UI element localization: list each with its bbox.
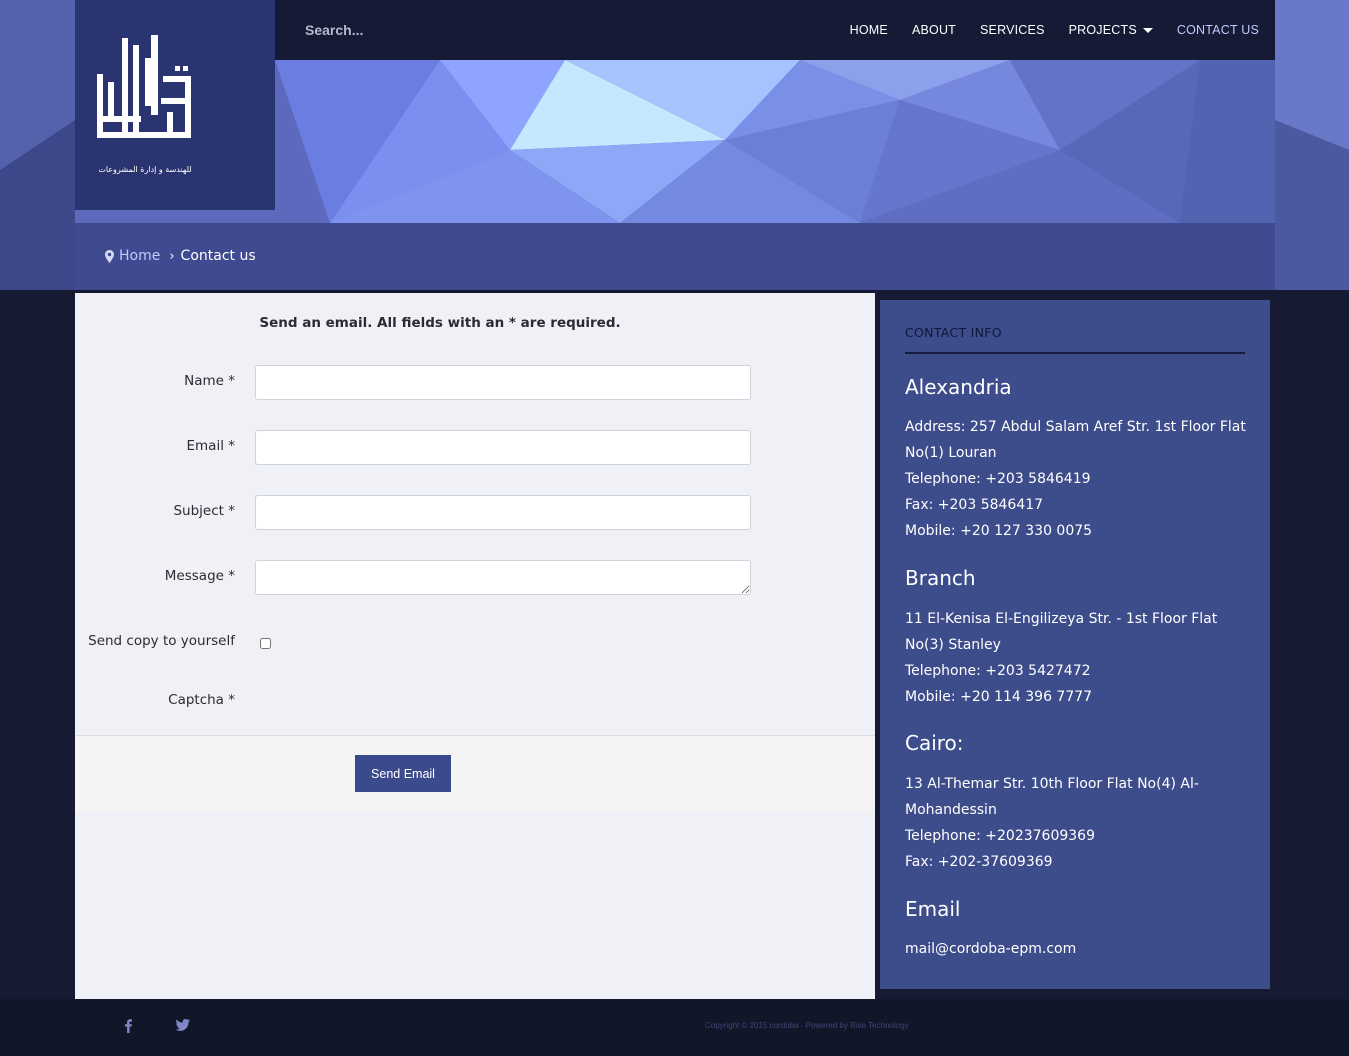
cairo-address: 13 Al-Themar Str. 10th Floor Flat No(4) … bbox=[905, 776, 1199, 818]
breadcrumb: Home › Contact us bbox=[105, 248, 256, 264]
nav-home[interactable]: HOME bbox=[850, 23, 888, 37]
branch-telephone: Telephone: +203 5427472 bbox=[905, 663, 1091, 679]
nav-contact-us[interactable]: CONTACT US bbox=[1177, 23, 1259, 37]
logo-tagline: للهندسة و إدارة المشروعات bbox=[98, 165, 191, 175]
form-row-captcha: Captcha * bbox=[75, 684, 875, 719]
alexandria-fax: Fax: +203 5846417 bbox=[905, 497, 1044, 513]
subject-label: Subject * bbox=[173, 503, 235, 519]
footer: Copyright © 2015 cordoba - Powered by Ri… bbox=[0, 999, 1349, 1056]
form-row-copy: Send copy to yourself bbox=[75, 625, 875, 660]
top-navigation-bar: HOME ABOUT SERVICES PROJECTS CONTACT US bbox=[275, 0, 1275, 60]
message-textarea[interactable] bbox=[255, 560, 751, 595]
nav-about[interactable]: ABOUT bbox=[912, 23, 956, 37]
contact-form-panel: Send an email. All fields with an * are … bbox=[75, 293, 875, 999]
form-row-email: Email * bbox=[75, 430, 875, 465]
contact-info-title: CONTACT INFO bbox=[905, 325, 1002, 340]
cairo-heading: Cairo: bbox=[905, 731, 964, 755]
twitter-icon[interactable] bbox=[176, 1019, 190, 1031]
alexandria-telephone: Telephone: +203 5846419 bbox=[905, 471, 1091, 487]
send-copy-checkbox[interactable] bbox=[260, 638, 271, 649]
nav-projects[interactable]: PROJECTS bbox=[1069, 23, 1153, 37]
message-label: Message * bbox=[164, 568, 235, 584]
form-actions: Send Email bbox=[75, 735, 875, 812]
site-logo[interactable]: للهندسة و إدارة المشروعات bbox=[75, 0, 275, 210]
main-menu: HOME ABOUT SERVICES PROJECTS CONTACT US bbox=[826, 0, 1259, 60]
cairo-telephone: Telephone: +20237609369 bbox=[905, 828, 1095, 844]
name-input[interactable] bbox=[255, 365, 751, 400]
send-email-button[interactable]: Send Email bbox=[355, 755, 451, 792]
chevron-right-icon: › bbox=[169, 248, 175, 264]
form-row-message: Message * bbox=[75, 560, 875, 595]
copyright-text: Copyright © 2015 cordoba - Powered by Ri… bbox=[705, 1021, 909, 1030]
email-address[interactable]: mail@cordoba-epm.com bbox=[905, 936, 1250, 962]
nav-projects-label: PROJECTS bbox=[1068, 23, 1137, 37]
branch-mobile: Mobile: +20 114 396 7777 bbox=[905, 689, 1093, 705]
email-heading: Email bbox=[905, 897, 961, 921]
form-intro: Send an email. All fields with an * are … bbox=[259, 315, 621, 331]
branch-heading: Branch bbox=[905, 566, 976, 590]
breadcrumb-bar: Home › Contact us bbox=[75, 223, 1275, 290]
form-row-subject: Subject * bbox=[75, 495, 875, 530]
breadcrumb-home-link[interactable]: Home bbox=[119, 248, 160, 264]
alexandria-address: Address: 257 Abdul Salam Aref Str. 1st F… bbox=[905, 419, 1246, 461]
form-row-name: Name * bbox=[75, 365, 875, 400]
breadcrumb-current: Contact us bbox=[180, 248, 256, 264]
cairo-fax: Fax: +202-37609369 bbox=[905, 854, 1053, 870]
caret-down-icon bbox=[1142, 27, 1153, 33]
captcha-label: Captcha * bbox=[168, 692, 235, 708]
map-marker-icon bbox=[105, 249, 114, 263]
facebook-icon[interactable] bbox=[123, 1019, 133, 1033]
subject-input[interactable] bbox=[255, 495, 751, 530]
email-label: Email * bbox=[186, 438, 236, 454]
search-input[interactable] bbox=[305, 20, 505, 40]
alexandria-mobile: Mobile: +20 127 330 0075 bbox=[905, 523, 1093, 539]
copy-label: Send copy to yourself bbox=[88, 633, 235, 649]
title-divider bbox=[905, 352, 1245, 354]
email-input[interactable] bbox=[255, 430, 751, 465]
contact-info-sidebar: CONTACT INFO Alexandria Address: 257 Abd… bbox=[880, 300, 1270, 989]
branch-address: 11 El-Kenisa El-Engilizeya Str. - 1st Fl… bbox=[905, 611, 1218, 653]
alexandria-heading: Alexandria bbox=[905, 375, 1012, 399]
nav-services[interactable]: SERVICES bbox=[980, 23, 1045, 37]
name-label: Name * bbox=[184, 373, 235, 389]
arabic-calligraphy-logo: للهندسة و إدارة المشروعات bbox=[97, 35, 192, 175]
